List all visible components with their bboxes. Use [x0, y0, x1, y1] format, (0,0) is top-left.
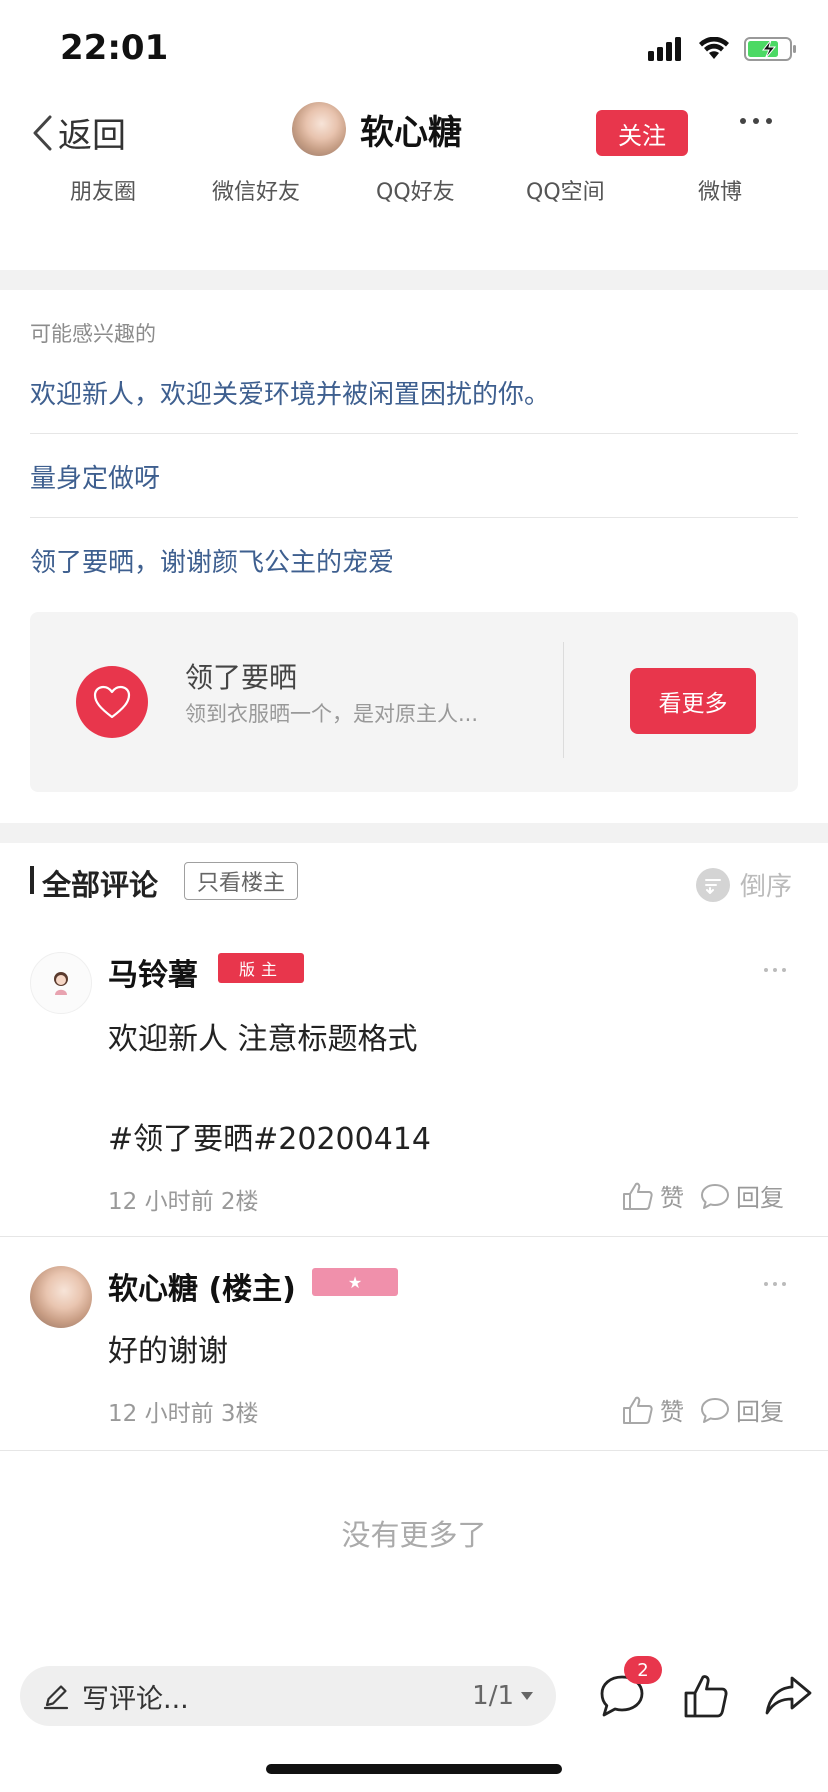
- heart-icon: [76, 666, 148, 738]
- divider: [0, 1236, 828, 1237]
- back-button[interactable]: 返回: [30, 108, 126, 157]
- chevron-left-icon: [33, 115, 52, 150]
- thumbs-up-icon: [623, 1396, 653, 1424]
- comment-input[interactable]: 写评论... 1/1: [20, 1666, 556, 1726]
- reply-button[interactable]: 回复: [700, 1178, 784, 1213]
- status-time: 22:01: [60, 28, 169, 68]
- share-wechat-friend[interactable]: 微信好友: [212, 174, 300, 206]
- comment-actions: 赞 回复: [622, 1392, 784, 1427]
- caret-down-icon: [521, 1692, 533, 1700]
- comment-placeholder: 写评论...: [82, 1683, 189, 1715]
- interest-link-2[interactable]: 量身定做呀: [30, 458, 160, 495]
- avatar[interactable]: [30, 1266, 92, 1328]
- share-qzone[interactable]: QQ空间: [526, 174, 605, 206]
- topic-name: 领了要晒: [185, 661, 298, 694]
- signal-icon: [648, 37, 681, 61]
- share-qq-friend[interactable]: QQ好友: [376, 174, 455, 206]
- comment-meta: 12 小时前 3楼: [108, 1401, 259, 1427]
- pencil-icon: [43, 1685, 69, 1710]
- divider: [30, 517, 798, 518]
- more-icon[interactable]: [740, 118, 772, 124]
- comment-meta: 12 小时前 2楼: [108, 1189, 259, 1215]
- like-button[interactable]: 赞: [622, 1178, 684, 1213]
- author-name: 软心糖: [360, 112, 462, 153]
- wifi-icon: [699, 37, 729, 59]
- speech-bubble-icon: [701, 1397, 729, 1423]
- interest-title: 可能感兴趣的: [30, 322, 156, 346]
- thumbs-up-icon[interactable]: [682, 1672, 730, 1720]
- page-indicator[interactable]: 1/1: [472, 1681, 534, 1711]
- sort-icon: [696, 867, 730, 902]
- only-host-button[interactable]: 只看楼主: [184, 862, 299, 900]
- page-number: 1/1: [472, 1681, 514, 1711]
- comment-text: 好的谢谢: [108, 1334, 228, 1369]
- topic-card[interactable]: 领了要晒 领到衣服晒一个，是对原主人... 看更多: [30, 612, 798, 792]
- reply-button[interactable]: 回复: [700, 1392, 784, 1427]
- like-label: 赞: [660, 1398, 684, 1426]
- follow-button[interactable]: 关注: [596, 110, 688, 156]
- reply-label: 回复: [736, 1398, 784, 1426]
- comment-text: #领了要晒#20200414: [108, 1122, 431, 1157]
- speech-bubble-icon: [701, 1183, 729, 1209]
- divider: [0, 1450, 828, 1451]
- thumbs-up-icon: [623, 1182, 653, 1210]
- interest-link-3[interactable]: 领了要晒，谢谢颜飞公主的宠爱: [30, 542, 394, 579]
- no-more-label: 没有更多了: [341, 1518, 487, 1552]
- author-info[interactable]: 软心糖: [292, 102, 462, 156]
- comment-count-badge: 2: [624, 1656, 662, 1684]
- author-avatar[interactable]: [292, 102, 346, 156]
- comment-more-icon[interactable]: [764, 968, 786, 972]
- topic-desc: 领到衣服晒一个，是对原主人...: [185, 702, 479, 726]
- share-weibo[interactable]: 微博: [698, 174, 742, 206]
- battery-icon: [744, 37, 796, 61]
- comment-author[interactable]: 马铃薯: [108, 950, 198, 994]
- comment-actions: 赞 回复: [622, 1178, 784, 1213]
- interest-link-1[interactable]: 欢迎新人，欢迎关爱环境并被闲置困扰的你。: [30, 374, 550, 411]
- status-icons: [648, 34, 798, 64]
- divider: [30, 433, 798, 434]
- section-divider: [0, 823, 828, 843]
- reply-label: 回复: [736, 1184, 784, 1212]
- like-label: 赞: [660, 1184, 684, 1212]
- comment-more-icon[interactable]: [764, 1282, 786, 1286]
- like-button[interactable]: 赞: [622, 1392, 684, 1427]
- order-label: 倒序: [740, 872, 793, 902]
- comments-title-bar: [30, 866, 34, 894]
- share-arrow-icon[interactable]: [764, 1672, 814, 1720]
- order-toggle[interactable]: 倒序: [696, 866, 792, 903]
- comments-title: 全部评论: [42, 868, 159, 902]
- see-more-button[interactable]: 看更多: [630, 668, 756, 734]
- moderator-badge: 版主: [218, 953, 304, 983]
- home-indicator: [266, 1764, 562, 1774]
- comment-text: 欢迎新人 注意标题格式: [108, 1022, 418, 1057]
- share-row: 朋友圈 微信好友 QQ好友 QQ空间 微博: [0, 174, 828, 214]
- share-moments[interactable]: 朋友圈: [70, 174, 136, 206]
- star-badge: ★: [312, 1268, 398, 1296]
- avatar[interactable]: [30, 952, 92, 1014]
- back-label: 返回: [58, 116, 126, 156]
- section-divider: [0, 270, 828, 290]
- comment-author[interactable]: 软心糖 (楼主): [108, 1264, 296, 1308]
- divider: [563, 642, 564, 758]
